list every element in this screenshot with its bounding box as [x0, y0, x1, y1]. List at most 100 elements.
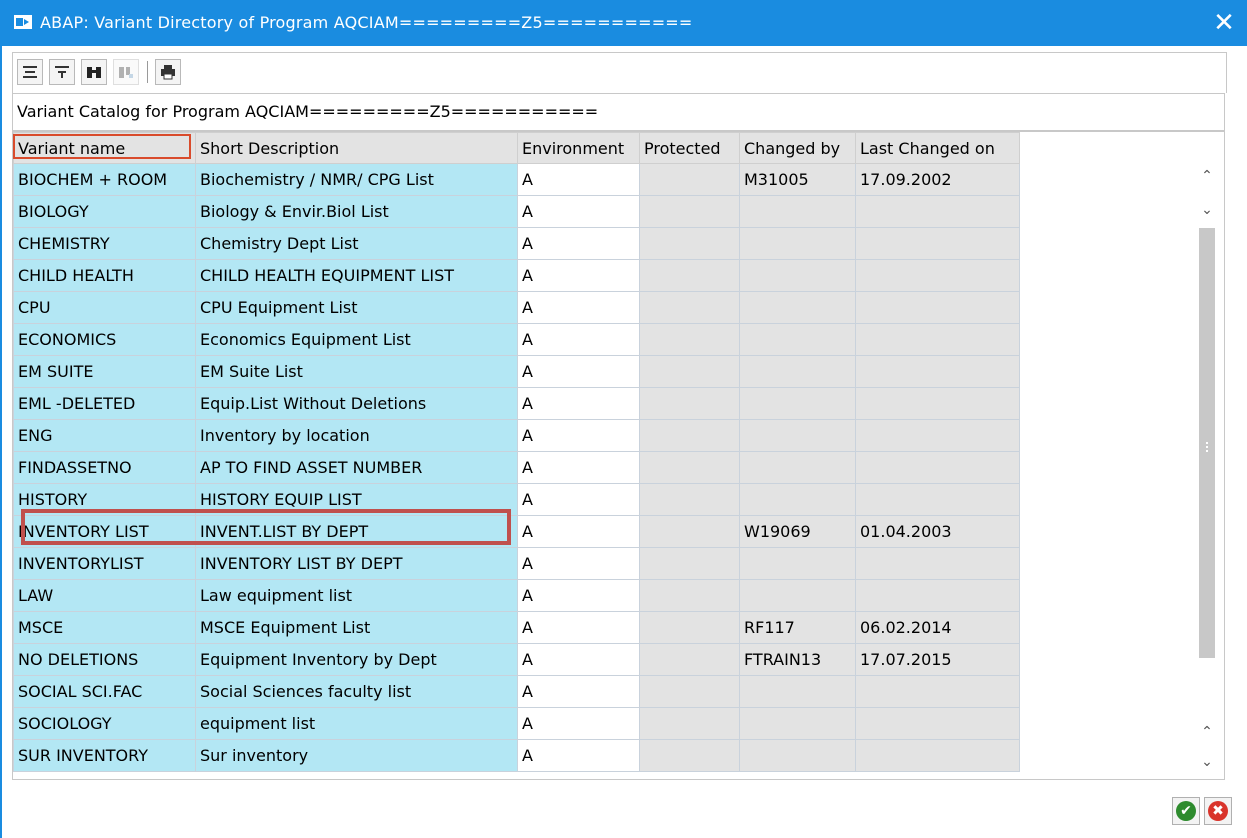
table-row[interactable]: CHILD HEALTH CHILD HEALTH EQUIPMENT LIST A — [13, 259, 1020, 292]
cell-short-description[interactable]: Inventory by location — [195, 419, 518, 452]
cell-last-changed-on[interactable] — [855, 675, 1020, 708]
cell-variant-name[interactable]: SUR INVENTORY — [13, 739, 196, 772]
cell-environment[interactable]: A — [517, 675, 640, 708]
cell-last-changed-on[interactable] — [855, 483, 1020, 516]
cell-short-description[interactable]: Sur inventory — [195, 739, 518, 772]
cell-changed-by[interactable] — [739, 675, 856, 708]
table-row[interactable]: SOCIAL SCI.FAC Social Sciences faculty li… — [13, 675, 1020, 708]
col-header-environment[interactable]: Environment — [517, 132, 640, 164]
cell-protected[interactable] — [639, 195, 740, 228]
table-row[interactable]: CHEMISTRY Chemistry Dept List A — [13, 227, 1020, 260]
cell-variant-name[interactable]: MSCE — [13, 611, 196, 644]
cell-environment[interactable]: A — [517, 611, 640, 644]
print-button[interactable] — [155, 59, 181, 85]
cell-short-description[interactable]: HISTORY EQUIP LIST — [195, 483, 518, 516]
table-row[interactable]: HISTORY HISTORY EQUIP LIST A — [13, 483, 1020, 516]
cell-short-description[interactable]: Economics Equipment List — [195, 323, 518, 356]
cell-environment[interactable]: A — [517, 323, 640, 356]
filter-button[interactable] — [49, 59, 75, 85]
cell-variant-name[interactable]: NO DELETIONS — [13, 643, 196, 676]
cell-protected[interactable] — [639, 579, 740, 612]
ok-button[interactable]: ✔ — [1172, 797, 1200, 825]
cell-environment[interactable]: A — [517, 387, 640, 420]
cell-protected[interactable] — [639, 675, 740, 708]
cell-variant-name[interactable]: BIOCHEM + ROOM — [13, 163, 196, 196]
cell-changed-by[interactable]: RF117 — [739, 611, 856, 644]
col-header-variant-name[interactable]: Variant name — [13, 132, 196, 164]
cell-changed-by[interactable] — [739, 451, 856, 484]
cell-variant-name[interactable]: ECONOMICS — [13, 323, 196, 356]
cell-protected[interactable] — [639, 643, 740, 676]
cell-protected[interactable] — [639, 419, 740, 452]
cell-variant-name[interactable]: FINDASSETNO — [13, 451, 196, 484]
table-row[interactable]: INVENTORYLIST INVENTORY LIST BY DEPT A — [13, 547, 1020, 580]
cell-changed-by[interactable] — [739, 387, 856, 420]
cell-environment[interactable]: A — [517, 419, 640, 452]
cell-last-changed-on[interactable] — [855, 579, 1020, 612]
cell-protected[interactable] — [639, 515, 740, 548]
cell-last-changed-on[interactable] — [855, 195, 1020, 228]
sort-ascending-button[interactable] — [17, 59, 43, 85]
table-row[interactable]: BIOCHEM + ROOM Biochemistry / NMR/ CPG Li… — [13, 163, 1020, 196]
cell-protected[interactable] — [639, 387, 740, 420]
table-row[interactable]: MSCE MSCE Equipment List A RF117 06.02.2014 — [13, 611, 1020, 644]
cell-environment[interactable]: A — [517, 515, 640, 548]
cell-changed-by[interactable] — [739, 419, 856, 452]
cell-protected[interactable] — [639, 739, 740, 772]
find-next-button[interactable] — [113, 59, 139, 85]
cell-last-changed-on[interactable] — [855, 227, 1020, 260]
cell-changed-by[interactable] — [739, 483, 856, 516]
cell-last-changed-on[interactable] — [855, 451, 1020, 484]
cell-last-changed-on[interactable] — [855, 547, 1020, 580]
cell-short-description[interactable]: INVENT.LIST BY DEPT — [195, 515, 518, 548]
cell-changed-by[interactable] — [739, 227, 856, 260]
cell-changed-by[interactable] — [739, 707, 856, 740]
cell-short-description[interactable]: Equip.List Without Deletions — [195, 387, 518, 420]
cell-protected[interactable] — [639, 451, 740, 484]
table-row[interactable]: CPU CPU Equipment List A — [13, 291, 1020, 324]
cell-variant-name[interactable]: ENG — [13, 419, 196, 452]
cell-last-changed-on[interactable] — [855, 739, 1020, 772]
close-icon[interactable]: ✕ — [1201, 0, 1247, 46]
cell-environment[interactable]: A — [517, 291, 640, 324]
cell-variant-name[interactable]: CHEMISTRY — [13, 227, 196, 260]
table-row[interactable]: BIOLOGY Biology & Envir.Biol List A — [13, 195, 1020, 228]
cell-last-changed-on[interactable] — [855, 259, 1020, 292]
table-row[interactable]: EM SUITE EM Suite List A — [13, 355, 1020, 388]
cell-protected[interactable] — [639, 323, 740, 356]
scroll-down-icon[interactable]: ⌄ — [1199, 202, 1215, 218]
cell-short-description[interactable]: MSCE Equipment List — [195, 611, 518, 644]
table-row[interactable]: NO DELETIONS Equipment Inventory by Dept A… — [13, 643, 1020, 676]
cell-short-description[interactable]: EM Suite List — [195, 355, 518, 388]
table-row[interactable]: ENG Inventory by location A — [13, 419, 1020, 452]
cell-environment[interactable]: A — [517, 259, 640, 292]
find-button[interactable] — [81, 59, 107, 85]
cell-changed-by[interactable]: FTRAIN13 — [739, 643, 856, 676]
cell-variant-name[interactable]: LAW — [13, 579, 196, 612]
cancel-button[interactable]: ✖ — [1204, 797, 1232, 825]
cell-protected[interactable] — [639, 259, 740, 292]
table-row[interactable]: FINDASSETNO AP TO FIND ASSET NUMBER A — [13, 451, 1020, 484]
cell-environment[interactable]: A — [517, 739, 640, 772]
scroll-page-down-icon[interactable]: ⌄ — [1199, 754, 1215, 770]
cell-changed-by[interactable] — [739, 323, 856, 356]
cell-environment[interactable]: A — [517, 451, 640, 484]
cell-last-changed-on[interactable] — [855, 323, 1020, 356]
cell-variant-name[interactable]: BIOLOGY — [13, 195, 196, 228]
cell-variant-name[interactable]: INVENTORY LIST — [13, 515, 196, 548]
cell-variant-name[interactable]: CHILD HEALTH — [13, 259, 196, 292]
cell-changed-by[interactable]: M31005 — [739, 163, 856, 196]
cell-last-changed-on[interactable] — [855, 291, 1020, 324]
cell-environment[interactable]: A — [517, 643, 640, 676]
cell-environment[interactable]: A — [517, 707, 640, 740]
cell-short-description[interactable]: AP TO FIND ASSET NUMBER — [195, 451, 518, 484]
table-row[interactable]: ECONOMICS Economics Equipment List A — [13, 323, 1020, 356]
cell-last-changed-on[interactable]: 06.02.2014 — [855, 611, 1020, 644]
scrollbar-thumb[interactable] — [1199, 228, 1215, 658]
scroll-page-up-icon[interactable]: ⌃ — [1199, 724, 1215, 740]
cell-changed-by[interactable] — [739, 355, 856, 388]
table-row[interactable]: SUR INVENTORY Sur inventory A — [13, 739, 1020, 772]
cell-variant-name[interactable]: EML -DELETED — [13, 387, 196, 420]
cell-variant-name[interactable]: HISTORY — [13, 483, 196, 516]
col-header-changed-by[interactable]: Changed by — [739, 132, 856, 164]
